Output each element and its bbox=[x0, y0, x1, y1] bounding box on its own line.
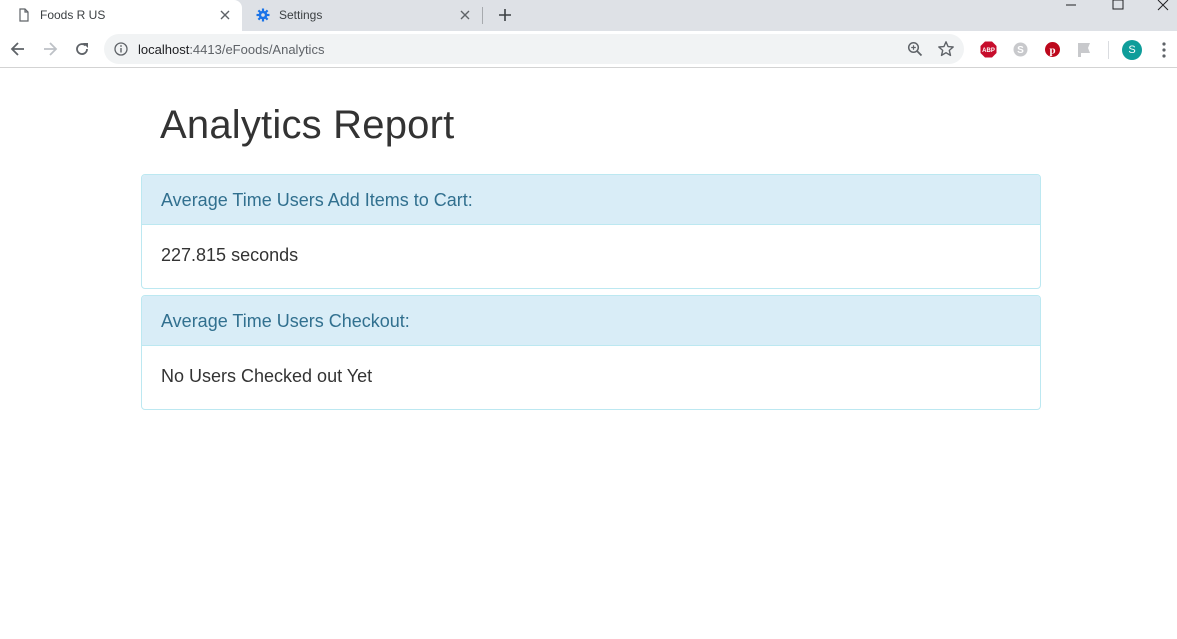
tab-settings[interactable]: Settings bbox=[245, 0, 482, 31]
gear-icon bbox=[256, 8, 270, 22]
panel-checkout: Average Time Users Checkout: No Users Ch… bbox=[141, 295, 1041, 410]
close-tab-icon[interactable] bbox=[458, 8, 472, 22]
svg-text:p: p bbox=[1049, 45, 1055, 57]
panel-add-to-cart: Average Time Users Add Items to Cart: 22… bbox=[141, 174, 1041, 289]
url-host: localhost bbox=[138, 42, 190, 57]
adblock-icon[interactable]: ABP bbox=[980, 41, 997, 58]
panel-heading: Average Time Users Add Items to Cart: bbox=[142, 175, 1040, 225]
window-close-icon[interactable] bbox=[1150, 0, 1177, 12]
url-path: :4413/eFoods/Analytics bbox=[189, 42, 325, 57]
info-icon[interactable] bbox=[114, 42, 128, 56]
maximize-icon[interactable] bbox=[1104, 0, 1134, 12]
profile-avatar[interactable]: S bbox=[1122, 40, 1142, 60]
skype-icon[interactable]: S bbox=[1012, 41, 1029, 58]
page-icon bbox=[19, 8, 29, 22]
bookmark-star-icon[interactable] bbox=[937, 40, 955, 58]
browser-toolbar: localhost:4413/eFoods/Analytics ABP S p … bbox=[0, 31, 1177, 68]
url-text[interactable]: localhost:4413/eFoods/Analytics bbox=[138, 42, 324, 57]
pinterest-icon[interactable]: p bbox=[1044, 41, 1061, 58]
kebab-menu-icon[interactable] bbox=[1156, 41, 1172, 59]
tab-strip: Foods R US Settings bbox=[0, 0, 1177, 31]
svg-text:ABP: ABP bbox=[982, 48, 995, 54]
tab-foods-r-us[interactable]: Foods R US bbox=[0, 0, 242, 31]
toolbar-divider bbox=[1108, 41, 1109, 59]
tab-divider bbox=[482, 7, 483, 24]
close-tab-icon[interactable] bbox=[218, 8, 232, 22]
svg-text:S: S bbox=[1017, 45, 1024, 56]
panel-value: No Users Checked out Yet bbox=[161, 366, 373, 386]
page-title: Analytics Report bbox=[160, 103, 455, 147]
panel-value: 227.815 seconds bbox=[161, 245, 299, 265]
panel-heading: Average Time Users Checkout: bbox=[142, 296, 1040, 346]
new-tab-icon[interactable] bbox=[495, 5, 515, 25]
back-icon[interactable] bbox=[9, 40, 27, 58]
reload-icon[interactable] bbox=[73, 40, 91, 58]
tab-title: Settings bbox=[279, 8, 323, 22]
tab-title: Foods R US bbox=[40, 8, 106, 22]
zoom-icon[interactable] bbox=[907, 41, 923, 57]
minimize-icon[interactable] bbox=[1058, 0, 1088, 12]
forward-icon[interactable] bbox=[41, 40, 59, 58]
extension-flag-icon[interactable] bbox=[1076, 41, 1093, 58]
address-bar[interactable]: localhost:4413/eFoods/Analytics bbox=[104, 34, 964, 64]
